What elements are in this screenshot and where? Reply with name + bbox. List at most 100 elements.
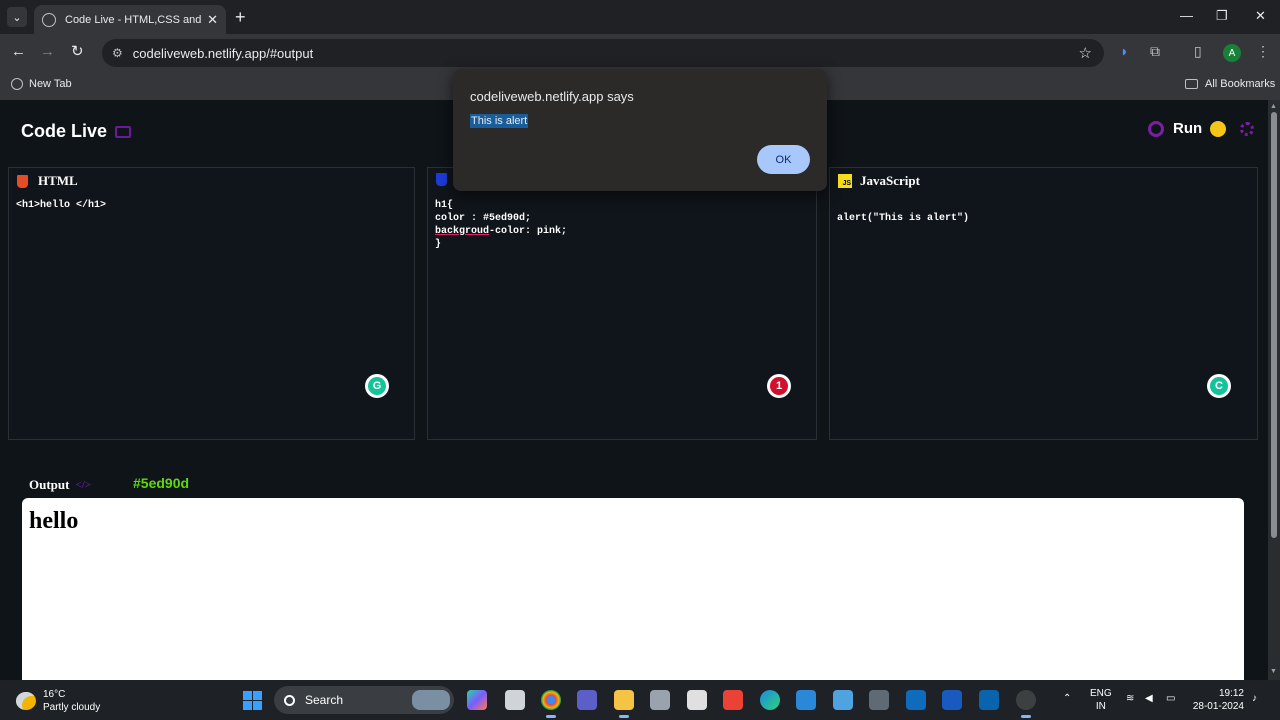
calculator-icon[interactable] bbox=[869, 690, 889, 710]
html-panel-header: HTML bbox=[17, 173, 78, 189]
new-tab-button[interactable]: + bbox=[235, 8, 246, 26]
all-bookmarks-label: All Bookmarks bbox=[1205, 78, 1276, 90]
css-line: } bbox=[435, 239, 442, 250]
dialog-title: codeliveweb.netlify.app says bbox=[470, 89, 634, 104]
css-editor[interactable]: h1{ color : #5ed90d; backgroud-color: pink… bbox=[435, 199, 567, 251]
page-scrollbar[interactable]: ▲ ▼ bbox=[1268, 100, 1280, 680]
scroll-down-icon[interactable]: ▼ bbox=[1270, 668, 1277, 675]
css3-icon bbox=[436, 173, 447, 186]
settings-gear-icon[interactable] bbox=[1016, 690, 1036, 718]
region-code: IN bbox=[1095, 701, 1106, 712]
teams-icon[interactable] bbox=[577, 690, 597, 710]
globe-icon bbox=[11, 78, 23, 90]
output-label: Output </> bbox=[29, 477, 91, 493]
system-clock[interactable]: 19:12 28-01-2024 bbox=[1190, 687, 1244, 713]
all-bookmarks[interactable]: All Bookmarks bbox=[1185, 78, 1275, 90]
grammarly-alert-icon[interactable]: 1 bbox=[767, 374, 791, 398]
partly-cloudy-icon bbox=[16, 692, 36, 710]
snipping-tool-icon[interactable] bbox=[687, 690, 707, 710]
browser-toolbar: ← → ↻ ⚙ codeliveweb.netlify.app/#output … bbox=[0, 34, 1280, 72]
tab-close-icon[interactable]: ✕ bbox=[207, 12, 218, 28]
dialog-message: This is alert bbox=[470, 114, 529, 128]
profile-avatar[interactable]: A bbox=[1223, 44, 1241, 62]
settings-icon[interactable] bbox=[1240, 122, 1254, 136]
code-icon: </> bbox=[75, 479, 92, 491]
tab-title: Code Live - HTML,CSS and JavaScript bbox=[65, 13, 202, 26]
browser-tab[interactable]: Code Live - HTML,CSS and JavaScript ✕ bbox=[34, 5, 226, 34]
tab-bar: ⌄ Code Live - HTML,CSS and JavaScript ✕ … bbox=[0, 0, 1280, 34]
side-panel-icon[interactable]: ▯ bbox=[1194, 43, 1202, 60]
gear-icon bbox=[1148, 120, 1164, 137]
html-panel-title: HTML bbox=[38, 173, 78, 188]
output-heading: hello bbox=[29, 508, 79, 534]
minimize-button[interactable]: — bbox=[1180, 8, 1193, 23]
run-button[interactable]: Run bbox=[1148, 120, 1202, 137]
language-indicator[interactable]: ENG IN bbox=[1090, 687, 1112, 713]
bookmark-new-tab[interactable]: New Tab bbox=[11, 78, 72, 90]
grammarly-icon[interactable]: C bbox=[1207, 374, 1231, 398]
js-editor[interactable]: alert("This is alert") bbox=[837, 212, 969, 225]
store-icon[interactable] bbox=[906, 690, 926, 710]
windows-start-icon[interactable] bbox=[243, 691, 262, 710]
taskbar-search[interactable]: Search bbox=[274, 686, 454, 714]
app-title: Code Live bbox=[21, 121, 108, 141]
time: 19:12 bbox=[1218, 688, 1244, 699]
chrome-icon[interactable] bbox=[541, 690, 561, 718]
address-bar[interactable]: ⚙ codeliveweb.netlify.app/#output ☆ bbox=[102, 39, 1104, 67]
star-icon[interactable]: ☆ bbox=[1079, 44, 1092, 62]
html-panel[interactable]: HTML <h1>hello </h1> G bbox=[8, 167, 415, 440]
search-highlight-image bbox=[412, 690, 450, 710]
vscode-icon[interactable] bbox=[796, 690, 816, 710]
output-label-text: Output bbox=[29, 477, 70, 492]
css-panel[interactable]: h1{ color : #5ed90d; backgroud-color: pink… bbox=[427, 167, 817, 440]
folder-icon bbox=[1185, 79, 1198, 89]
monitor-icon bbox=[115, 125, 132, 138]
language-code: ENG bbox=[1090, 688, 1112, 699]
weather-widget[interactable]: 16°C Partly cloudy bbox=[16, 688, 100, 714]
volume-icon[interactable]: ◀ bbox=[1145, 693, 1153, 704]
output-frame[interactable]: hello bbox=[22, 498, 1244, 680]
outlook-icon[interactable] bbox=[979, 690, 999, 710]
html-editor[interactable]: <h1>hello </h1> bbox=[16, 199, 106, 212]
grammarly-count: 1 bbox=[770, 377, 788, 395]
weather-condition: Partly cloudy bbox=[43, 702, 101, 713]
battery-icon[interactable]: ▭ bbox=[1166, 693, 1175, 704]
css-line: backgroud-color: pink; bbox=[435, 225, 567, 238]
maximize-button[interactable]: ❐ bbox=[1216, 8, 1228, 24]
puzzle-icon[interactable]: ⧉ bbox=[1150, 43, 1160, 60]
edge-icon[interactable] bbox=[760, 690, 780, 710]
css-line: h1{ bbox=[435, 200, 454, 211]
ok-button[interactable]: OK bbox=[757, 145, 810, 174]
word-icon[interactable] bbox=[942, 690, 962, 710]
url-text[interactable]: codeliveweb.netlify.app/#output bbox=[133, 46, 313, 61]
forward-arrow-icon[interactable]: → bbox=[40, 44, 55, 60]
date: 28-01-2024 bbox=[1192, 701, 1244, 712]
scroll-up-icon[interactable]: ▲ bbox=[1270, 103, 1277, 110]
search-label: Search bbox=[305, 693, 344, 707]
app-logo: Code Live bbox=[21, 121, 132, 142]
grammarly-icon[interactable]: G bbox=[365, 374, 389, 398]
scrollbar-thumb[interactable] bbox=[1271, 112, 1277, 538]
wifi-icon[interactable]: ≋ bbox=[1126, 693, 1134, 704]
chevron-up-icon[interactable]: ⌃ bbox=[1063, 693, 1071, 704]
js-panel-title: JavaScript bbox=[860, 173, 920, 188]
extension-icon[interactable]: ◗ bbox=[1120, 43, 1128, 59]
gmail-icon[interactable] bbox=[723, 690, 743, 710]
file-explorer-icon[interactable] bbox=[614, 690, 634, 718]
temperature: 16°C bbox=[43, 689, 66, 700]
js-panel[interactable]: JS JavaScript alert("This is alert") C bbox=[829, 167, 1258, 440]
palette-icon[interactable] bbox=[1210, 121, 1226, 137]
menu-icon[interactable]: ⋮ bbox=[1256, 43, 1270, 60]
camera-icon[interactable] bbox=[650, 690, 670, 710]
css-line-rest: -color: pink; bbox=[489, 226, 568, 237]
copilot-icon[interactable] bbox=[467, 690, 487, 710]
back-arrow-icon[interactable]: ← bbox=[11, 44, 26, 60]
reload-icon[interactable]: ↻ bbox=[71, 44, 84, 60]
task-view-icon[interactable] bbox=[505, 690, 525, 710]
site-info-icon[interactable]: ⚙ bbox=[112, 46, 123, 60]
notification-bell-icon[interactable]: ♪ bbox=[1252, 693, 1257, 704]
notepad-icon[interactable] bbox=[833, 690, 853, 710]
close-window-button[interactable]: ✕ bbox=[1255, 8, 1266, 24]
css-line: color : #5ed90d; bbox=[435, 213, 532, 224]
tab-search-dropdown[interactable]: ⌄ bbox=[7, 7, 27, 27]
